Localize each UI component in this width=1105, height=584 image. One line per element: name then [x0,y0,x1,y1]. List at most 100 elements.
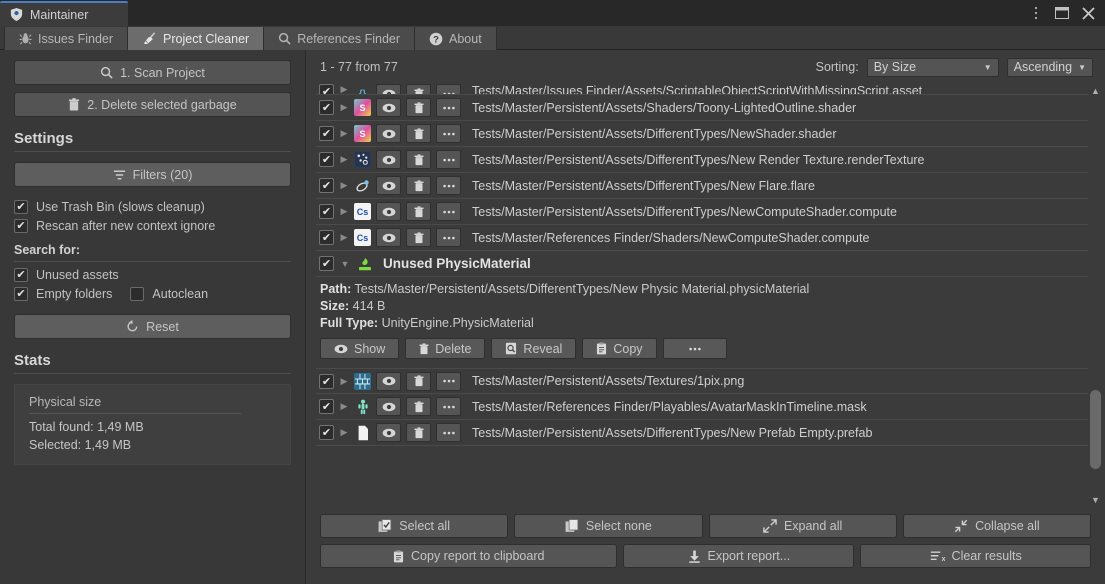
select-all-button[interactable]: Select all [320,514,509,538]
results-scrollbar[interactable]: ▲ ▼ [1088,84,1103,506]
sort-order-dropdown[interactable]: Ascending ▼ [1006,57,1093,77]
table-row[interactable]: ✔ ▶ Tests/Master/Persistent/Assets/Diffe [316,173,1088,199]
scroll-up-icon[interactable]: ▲ [1091,84,1100,97]
row-checkbox[interactable]: ✔ [319,178,334,193]
more-icon[interactable] [436,150,461,169]
expand-triangle-icon[interactable]: ▶ [339,376,349,387]
delete-icon[interactable] [406,84,431,94]
show-icon[interactable] [376,423,401,442]
delete-icon[interactable] [406,150,431,169]
menu-icon[interactable] [1029,6,1043,20]
show-icon[interactable] [376,98,401,117]
window-tab-maintainer[interactable]: Maintainer [0,1,128,26]
detail-delete-button[interactable]: Delete [405,338,486,359]
row-checkbox[interactable]: ✔ [319,84,334,94]
detail-more-button[interactable] [662,338,727,359]
delete-icon[interactable] [406,371,431,391]
table-row[interactable]: ✔ ▶ S Tests/Master/Persistent/Assets/Sha… [316,95,1088,121]
copy-report-button[interactable]: Copy report to clipboard [320,544,618,568]
scrollbar-thumb[interactable] [1090,390,1101,470]
delete-icon[interactable] [406,124,431,143]
show-icon[interactable] [376,371,401,391]
row-checkbox[interactable]: ✔ [319,230,334,245]
clear-results-button[interactable]: x Clear results [860,544,1092,568]
more-icon[interactable] [436,84,461,94]
table-row[interactable]: ✔ ▶ Tests/Master/Persistent/Assets/Diffe [316,420,1088,446]
table-row[interactable]: ✔ ▶ Tests/Master/Persistent/Assets/Textu [316,368,1088,394]
checkbox-empty-folders[interactable]: ✔ [14,287,28,301]
tab-issues-finder[interactable]: Issues Finder [4,27,129,50]
show-icon[interactable] [376,150,401,169]
expand-all-button[interactable]: Expand all [708,514,897,538]
more-icon[interactable] [436,124,461,143]
table-row[interactable]: ✔ ▶ Cs Tests/Master/Persistent/Assets/Di… [316,199,1088,225]
more-icon[interactable] [436,423,461,442]
detail-show-button[interactable]: Show [320,338,400,359]
expand-triangle-icon[interactable]: ▶ [339,128,349,139]
maximize-icon[interactable] [1055,6,1069,20]
option-use-trash-bin[interactable]: ✔ Use Trash Bin (slows cleanup) [14,200,291,214]
tab-project-cleaner[interactable]: Project Cleaner [128,27,265,50]
expand-triangle-icon[interactable]: ▶ [339,84,349,94]
tab-references-finder[interactable]: References Finder [264,27,416,50]
checkbox-unused-assets[interactable]: ✔ [14,268,28,282]
expand-triangle-icon[interactable]: ▶ [339,427,349,438]
close-icon[interactable] [1081,6,1095,20]
delete-icon[interactable] [406,228,431,247]
delete-icon[interactable] [406,98,431,117]
delete-garbage-button[interactable]: 2. Delete selected garbage [14,92,291,117]
checkbox-autoclean[interactable]: ✔ [130,287,145,301]
tab-about[interactable]: ? About [415,27,497,50]
show-icon[interactable] [376,124,401,143]
collapse-triangle-icon[interactable]: ▼ [340,259,350,269]
scroll-down-icon[interactable]: ▼ [1091,493,1100,506]
row-checkbox[interactable]: ✔ [319,204,334,219]
more-icon[interactable] [436,228,461,247]
export-report-button[interactable]: Export report... [623,544,855,568]
reset-button[interactable]: Reset [14,314,291,339]
expanded-row-header[interactable]: ✔ ▼ Unused PhysicMaterial [316,251,1088,277]
option-unused-assets[interactable]: ✔ Unused assets [14,268,291,282]
table-row[interactable]: ✔ ▶ S Tests/Master/Persistent/Assets/Dif… [316,121,1088,147]
row-checkbox[interactable]: ✔ [319,152,334,167]
expand-triangle-icon[interactable]: ▶ [339,401,349,412]
expand-triangle-icon[interactable]: ▶ [339,154,349,165]
row-checkbox[interactable]: ✔ [319,425,334,440]
expand-triangle-icon[interactable]: ▶ [339,232,349,243]
filters-button[interactable]: Filters (20) [14,162,291,187]
select-none-button[interactable]: Select none [514,514,703,538]
show-icon[interactable] [376,84,401,94]
show-icon[interactable] [376,202,401,221]
row-checkbox[interactable]: ✔ [319,373,334,389]
expand-triangle-icon[interactable]: ▶ [339,206,349,217]
delete-icon[interactable] [406,423,431,442]
delete-icon[interactable] [406,202,431,221]
collapse-all-button[interactable]: Collapse all [902,514,1091,538]
more-icon[interactable] [436,202,461,221]
checkbox-rescan[interactable]: ✔ [14,219,28,233]
scan-project-button[interactable]: 1. Scan Project [14,60,291,85]
more-icon[interactable] [436,397,461,416]
expand-triangle-icon[interactable]: ▶ [339,102,349,113]
table-row[interactable]: ✔ ▶ Cs Tests/Master/References Finder/Sh… [316,225,1088,251]
row-checkbox[interactable]: ✔ [319,399,334,414]
scrollbar-track[interactable] [1089,97,1102,493]
delete-icon[interactable] [406,397,431,416]
more-icon[interactable] [436,371,461,391]
sort-by-dropdown[interactable]: By Size ▼ [866,57,999,77]
show-icon[interactable] [376,397,401,416]
delete-icon[interactable] [406,176,431,195]
table-row[interactable]: ✔ ▶ Tests/Master/References Finder/Playa [316,394,1088,420]
more-icon[interactable] [436,176,461,195]
more-icon[interactable] [436,98,461,117]
row-checkbox[interactable]: ✔ [319,100,334,115]
option-rescan[interactable]: ✔ Rescan after new context ignore [14,219,291,233]
expand-triangle-icon[interactable]: ▶ [339,180,349,191]
show-icon[interactable] [376,228,401,247]
table-row[interactable]: ✔ ▶ Tests/Master/Persistent/Assets/Diffe [316,147,1088,173]
detail-copy-button[interactable]: Copy [582,338,657,359]
detail-reveal-button[interactable]: Reveal [491,338,577,359]
table-row[interactable]: ✔ ▶ {} Tests/Master/Issues Finder/Assets… [316,84,1088,95]
row-checkbox[interactable]: ✔ [319,126,334,141]
expanded-row-checkbox[interactable]: ✔ [319,256,334,271]
